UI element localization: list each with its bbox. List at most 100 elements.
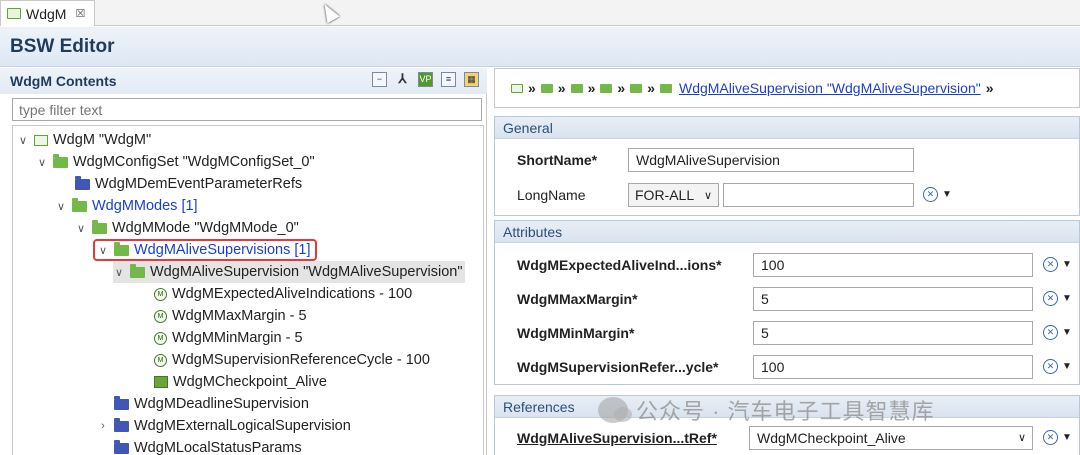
parameter-icon: M bbox=[154, 287, 167, 301]
expand-chevron-icon[interactable]: ∨ bbox=[75, 222, 87, 235]
select-value: FOR-ALL bbox=[635, 187, 695, 203]
folder-icon bbox=[114, 417, 129, 432]
dropdown-arrow-icon[interactable]: ▼ bbox=[1062, 432, 1072, 443]
filter-tree-icon[interactable]: ⅄ bbox=[395, 72, 410, 87]
breadcrumb-current-link[interactable]: WdgMAliveSupervision "WdgMAliveSupervisi… bbox=[679, 80, 981, 96]
expand-chevron-icon[interactable]: ∨ bbox=[113, 266, 125, 279]
tree-item-label: WdgMAliveSupervisions [1] bbox=[134, 242, 311, 258]
action-icon[interactable]: ✕ bbox=[1043, 291, 1058, 306]
filter-input[interactable] bbox=[12, 98, 482, 121]
dropdown-arrow-icon[interactable]: ▼ bbox=[1062, 327, 1072, 338]
module-icon bbox=[7, 8, 21, 19]
breadcrumb-separator[interactable]: » bbox=[558, 80, 566, 96]
tree-item-wdgm[interactable]: ∨ WdgM "WdgM" bbox=[17, 129, 151, 151]
section-title[interactable]: Attributes bbox=[495, 221, 1079, 243]
action-icon[interactable]: ✕ bbox=[923, 187, 938, 202]
expand-chevron-icon[interactable]: ∨ bbox=[17, 134, 29, 147]
wechat-icon bbox=[598, 397, 632, 423]
tree-item-param[interactable]: M WdgMMaxMargin - 5 bbox=[137, 305, 307, 327]
tree-item-reference[interactable]: WdgMCheckpoint_Alive bbox=[137, 371, 327, 393]
tree-item-param[interactable]: M WdgMExpectedAliveIndications - 100 bbox=[137, 283, 412, 305]
attribute-value-field[interactable]: 5 bbox=[753, 321, 1033, 345]
tree-item-param[interactable]: M WdgMSupervisionReferenceCycle - 100 bbox=[137, 349, 430, 371]
tree-item-alivesupervisions[interactable]: ∨ WdgMAliveSupervisions [1] bbox=[93, 239, 317, 261]
tree-item-label: WdgMAliveSupervision "WdgMAliveSupervisi… bbox=[150, 264, 463, 280]
module-icon[interactable] bbox=[511, 83, 523, 93]
action-icon[interactable]: ✕ bbox=[1043, 257, 1058, 272]
collapse-all-icon[interactable]: − bbox=[372, 72, 387, 87]
tab-wdgm[interactable]: WdgM ☒ bbox=[0, 0, 95, 26]
tree-item-label: WdgM "WdgM" bbox=[53, 132, 152, 148]
folder-icon[interactable] bbox=[540, 83, 553, 93]
breadcrumb-separator[interactable]: » bbox=[588, 80, 596, 96]
folder-icon bbox=[92, 219, 107, 234]
tree-item-label: WdgMLocalStatusParams bbox=[134, 440, 302, 455]
dropdown-arrow-icon[interactable]: ▼ bbox=[942, 189, 952, 200]
action-icon[interactable]: ✕ bbox=[1043, 430, 1058, 445]
tree-item-demeventparameterrefs[interactable]: WdgMDemEventParameterRefs bbox=[58, 173, 302, 195]
folder-icon bbox=[130, 263, 145, 278]
breadcrumb-separator[interactable]: » bbox=[986, 80, 994, 96]
tree-item-deadlinesupervision[interactable]: WdgMDeadlineSupervision bbox=[97, 393, 309, 415]
tree-item-externallogicalsupervision[interactable]: › WdgMExternalLogicalSupervision bbox=[97, 415, 351, 437]
expand-chevron-icon[interactable]: ∨ bbox=[36, 156, 48, 169]
breadcrumb-separator[interactable]: » bbox=[528, 80, 536, 96]
parameter-icon: M bbox=[154, 353, 167, 367]
tree-item-localstatusparams[interactable]: WdgMLocalStatusParams bbox=[97, 437, 302, 455]
tree-item-alivesupervision-selected[interactable]: ∨ WdgMAliveSupervision "WdgMAliveSupervi… bbox=[113, 261, 465, 283]
attribute-label: WdgMMaxMargin* bbox=[517, 291, 638, 307]
attribute-value-field[interactable]: 5 bbox=[753, 287, 1033, 311]
section-title[interactable]: General bbox=[495, 117, 1079, 139]
folder-icon[interactable] bbox=[630, 83, 643, 93]
folder-icon bbox=[114, 439, 129, 454]
attribute-value-field[interactable]: 100 bbox=[753, 253, 1033, 277]
shortname-label: ShortName* bbox=[517, 152, 598, 168]
longname-field[interactable] bbox=[723, 183, 914, 207]
tree-item-mode[interactable]: ∨ WdgMMode "WdgMMode_0" bbox=[75, 217, 299, 239]
bsw-editor-window: WdgM ☒ BSW Editor WdgM Contents − ⅄ VP ≡… bbox=[0, 0, 1080, 455]
expand-chevron-icon[interactable]: › bbox=[97, 420, 109, 432]
contents-title: WdgM Contents bbox=[10, 73, 117, 89]
dropdown-arrow-icon[interactable]: ▼ bbox=[1062, 361, 1072, 372]
folder-icon[interactable] bbox=[570, 83, 583, 93]
editor-tab-bar: WdgM ☒ bbox=[0, 0, 1080, 26]
folder-icon bbox=[75, 175, 90, 190]
tree-item-label: WdgMMaxMargin - 5 bbox=[172, 308, 307, 324]
tree-item-modes[interactable]: ∨ WdgMModes [1] bbox=[55, 195, 198, 217]
reference-actions: ✕ ▼ bbox=[1043, 430, 1072, 445]
folder-icon[interactable] bbox=[659, 83, 672, 93]
breadcrumb-separator[interactable]: » bbox=[617, 80, 625, 96]
longname-language-select[interactable]: FOR-ALL ∨ bbox=[628, 183, 719, 207]
tree-item-label: WdgMMode "WdgMMode_0" bbox=[112, 220, 299, 236]
attribute-label: WdgMSupervisionRefer...ycle* bbox=[517, 359, 719, 375]
vp-icon[interactable]: VP bbox=[418, 72, 433, 87]
breadcrumb: » » » » » WdgMAliveSupervision "WdgMAliv… bbox=[494, 68, 1080, 108]
watermark-text: 公众号 · 汽车电子工具智慧库 bbox=[636, 399, 935, 424]
expand-chevron-icon[interactable]: ∨ bbox=[55, 200, 67, 213]
tree-item-label: WdgMExpectedAliveIndications - 100 bbox=[172, 286, 413, 302]
action-icon[interactable]: ✕ bbox=[1043, 325, 1058, 340]
longname-actions: ✕ ▼ bbox=[923, 187, 952, 202]
dropdown-arrow-icon[interactable]: ▼ bbox=[1062, 259, 1072, 270]
document-icon[interactable]: ≡ bbox=[441, 72, 456, 87]
tab-label: WdgM bbox=[26, 5, 67, 22]
tree-item-configset[interactable]: ∨ WdgMConfigSet "WdgMConfigSet_0" bbox=[36, 151, 315, 173]
folder-icon bbox=[53, 153, 68, 168]
close-tab-icon[interactable]: ☒ bbox=[75, 7, 85, 20]
reference-label-link[interactable]: WdgMAliveSupervision...tRef* bbox=[517, 430, 717, 446]
chevron-down-icon: ∨ bbox=[703, 189, 712, 202]
tree-item-param[interactable]: M WdgMMinMargin - 5 bbox=[137, 327, 303, 349]
general-section: General ShortName* WdgMAliveSupervision … bbox=[494, 116, 1080, 216]
breadcrumb-separator[interactable]: » bbox=[647, 80, 655, 96]
watermark: 公众号 · 汽车电子工具智慧库 bbox=[598, 394, 935, 426]
expand-chevron-icon[interactable]: ∨ bbox=[97, 244, 109, 257]
action-icon[interactable]: ✕ bbox=[1043, 359, 1058, 374]
parameter-icon: M bbox=[154, 331, 167, 345]
dropdown-arrow-icon[interactable]: ▼ bbox=[1062, 293, 1072, 304]
reference-select[interactable]: WdgMCheckpoint_Alive ∨ bbox=[749, 426, 1033, 450]
table-view-icon[interactable]: ▦ bbox=[464, 72, 479, 87]
attribute-value-field[interactable]: 100 bbox=[753, 355, 1033, 379]
editor-header: BSW Editor bbox=[0, 27, 1080, 67]
folder-icon[interactable] bbox=[600, 83, 613, 93]
shortname-field[interactable]: WdgMAliveSupervision bbox=[628, 148, 914, 172]
